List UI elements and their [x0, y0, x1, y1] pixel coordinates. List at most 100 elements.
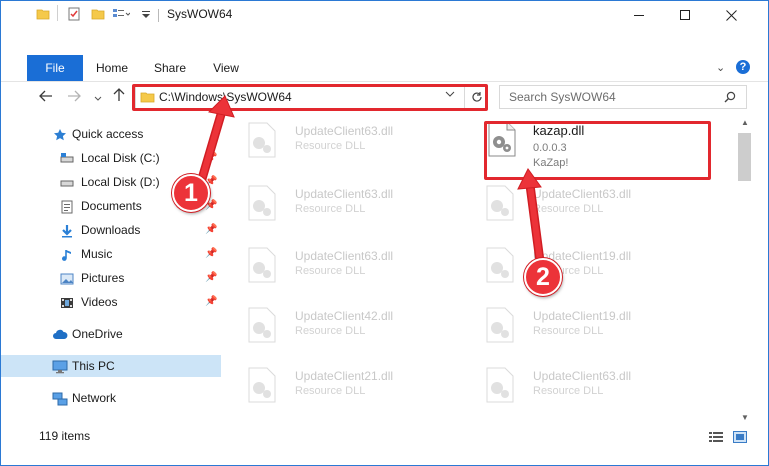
file-item[interactable]: UpdateClient63.dll Resource DLL: [229, 240, 459, 288]
tab-file[interactable]: File: [27, 55, 83, 81]
sidebar-item-label: Videos: [81, 295, 118, 309]
sidebar-item-label: This PC: [72, 359, 115, 373]
up-arrow-icon[interactable]: [113, 88, 125, 105]
sidebar-item-downloads[interactable]: Downloads 📌: [1, 219, 221, 241]
sidebar-item-onedrive[interactable]: OneDrive: [1, 323, 221, 345]
maximize-icon: [680, 10, 690, 20]
pin-icon[interactable]: 📌: [205, 147, 217, 169]
forward-arrow-icon[interactable]: [67, 89, 81, 105]
download-icon: [60, 223, 74, 238]
file-item[interactable]: UpdateClient63.dll Resource DLL: [229, 115, 459, 163]
file-name: UpdateClient21.dll: [295, 369, 394, 383]
dll-file-icon: [247, 122, 277, 158]
sidebar-item-network[interactable]: Network: [1, 387, 221, 409]
close-icon: [725, 9, 737, 21]
drive-icon: [60, 151, 74, 165]
file-description: Resource DLL: [295, 140, 366, 152]
title-divider: [158, 9, 159, 22]
file-description: Resource DLL: [533, 203, 604, 215]
file-description: Resource DLL: [295, 265, 366, 277]
new-folder-icon[interactable]: [91, 7, 105, 23]
minimize-icon: [634, 15, 644, 16]
expand-ribbon-icon[interactable]: ⌄: [716, 61, 725, 74]
back-arrow-icon[interactable]: [39, 89, 53, 105]
cloud-icon: [52, 327, 68, 341]
sidebar-item-label: Local Disk (D:): [81, 175, 160, 189]
sidebar-item-pictures[interactable]: Pictures 📌: [1, 267, 221, 289]
ribbon-tabs: File Home Share View: [1, 55, 768, 81]
recent-locations-icon[interactable]: [94, 90, 102, 106]
file-item[interactable]: UpdateClient42.dll Resource DLL: [229, 300, 459, 348]
item-count: 119 items: [39, 429, 91, 443]
computer-icon: [52, 359, 68, 374]
drive-icon: [60, 175, 74, 189]
file-item[interactable]: UpdateClient19.dll Resource DLL: [467, 300, 697, 348]
dll-file-icon: [247, 367, 277, 403]
dll-file-icon: [247, 247, 277, 283]
sidebar-item-label: Local Disk (C:): [81, 151, 160, 165]
file-item[interactable]: UpdateClient21.dll Resource DLL: [229, 360, 459, 408]
sidebar-item-local-disk-c[interactable]: Local Disk (C:) 📌: [1, 147, 221, 169]
properties-icon[interactable]: [67, 7, 81, 23]
address-highlight: [132, 84, 488, 111]
file-name: UpdateClient63.dll: [533, 369, 632, 383]
file-description: Resource DLL: [295, 385, 366, 397]
dll-file-icon: [485, 247, 515, 283]
details-view-icon[interactable]: [709, 431, 723, 443]
dll-file-icon: [485, 367, 515, 403]
file-item[interactable]: UpdateClient63.dll Resource DLL: [467, 178, 697, 226]
search-placeholder: Search SysWOW64: [509, 90, 616, 104]
dll-file-icon: [247, 307, 277, 343]
scroll-down-icon[interactable]: ▼: [741, 413, 749, 422]
minimize-button[interactable]: [616, 1, 662, 29]
search-icon[interactable]: [724, 91, 736, 106]
dll-file-icon: [485, 185, 515, 221]
file-description: Resource DLL: [533, 385, 604, 397]
sidebar-item-videos[interactable]: Videos 📌: [1, 291, 221, 313]
pin-icon[interactable]: 📌: [205, 219, 217, 241]
explorer-window: SysWOW64 File Home Share View ⌄ ? C:\Win…: [0, 0, 769, 466]
customize-qa-icon[interactable]: [141, 9, 151, 25]
large-icons-view-icon[interactable]: [733, 431, 747, 443]
sidebar-item-this-pc[interactable]: This PC: [1, 355, 221, 377]
folder-icon: [36, 7, 50, 23]
sidebar-item-quick-access[interactable]: Quick access: [1, 123, 221, 145]
pin-icon[interactable]: 📌: [205, 267, 217, 289]
sidebar-item-label: Network: [72, 391, 117, 405]
network-icon: [52, 391, 68, 406]
file-name: UpdateClient42.dll: [295, 309, 394, 323]
file-item[interactable]: UpdateClient63.dll Resource DLL: [229, 178, 459, 226]
tab-home[interactable]: Home: [87, 55, 137, 81]
file-item[interactable]: UpdateClient63.dll Resource DLL: [467, 360, 697, 408]
pin-icon[interactable]: 📌: [205, 243, 217, 265]
maximize-button[interactable]: [662, 1, 708, 29]
file-name: UpdateClient63.dll: [295, 187, 394, 201]
scroll-up-icon[interactable]: ▲: [741, 118, 749, 127]
documents-icon: [60, 199, 74, 214]
sidebar-item-label: Pictures: [81, 271, 125, 285]
sidebar-item-label: Quick access: [72, 127, 144, 141]
file-name: UpdateClient63.dll: [295, 124, 394, 138]
file-description: Resource DLL: [295, 325, 366, 337]
dll-file-icon: [485, 307, 515, 343]
tab-view[interactable]: View: [201, 55, 251, 81]
scrollbar-thumb[interactable]: [738, 133, 751, 181]
sidebar-item-label: Music: [81, 247, 113, 261]
music-icon: [60, 247, 74, 261]
file-description: Resource DLL: [533, 325, 604, 337]
close-button[interactable]: [708, 1, 754, 29]
file-item[interactable]: UpdateClient19.dll Resource DLL: [467, 240, 697, 288]
search-box[interactable]: Search SysWOW64: [499, 85, 747, 109]
file-description: Resource DLL: [295, 203, 366, 215]
pin-icon[interactable]: 📌: [205, 291, 217, 313]
star-icon: [53, 127, 67, 141]
tab-share[interactable]: Share: [145, 55, 195, 81]
sidebar-item-label: Downloads: [81, 223, 141, 237]
view-options-icon[interactable]: [112, 7, 131, 23]
sidebar-item-label: OneDrive: [72, 327, 123, 341]
sidebar-item-music[interactable]: Music 📌: [1, 243, 221, 265]
qa-divider: [57, 5, 58, 21]
ribbon-divider: [1, 81, 768, 82]
help-icon[interactable]: ?: [736, 60, 750, 74]
file-name: UpdateClient63.dll: [295, 249, 394, 263]
